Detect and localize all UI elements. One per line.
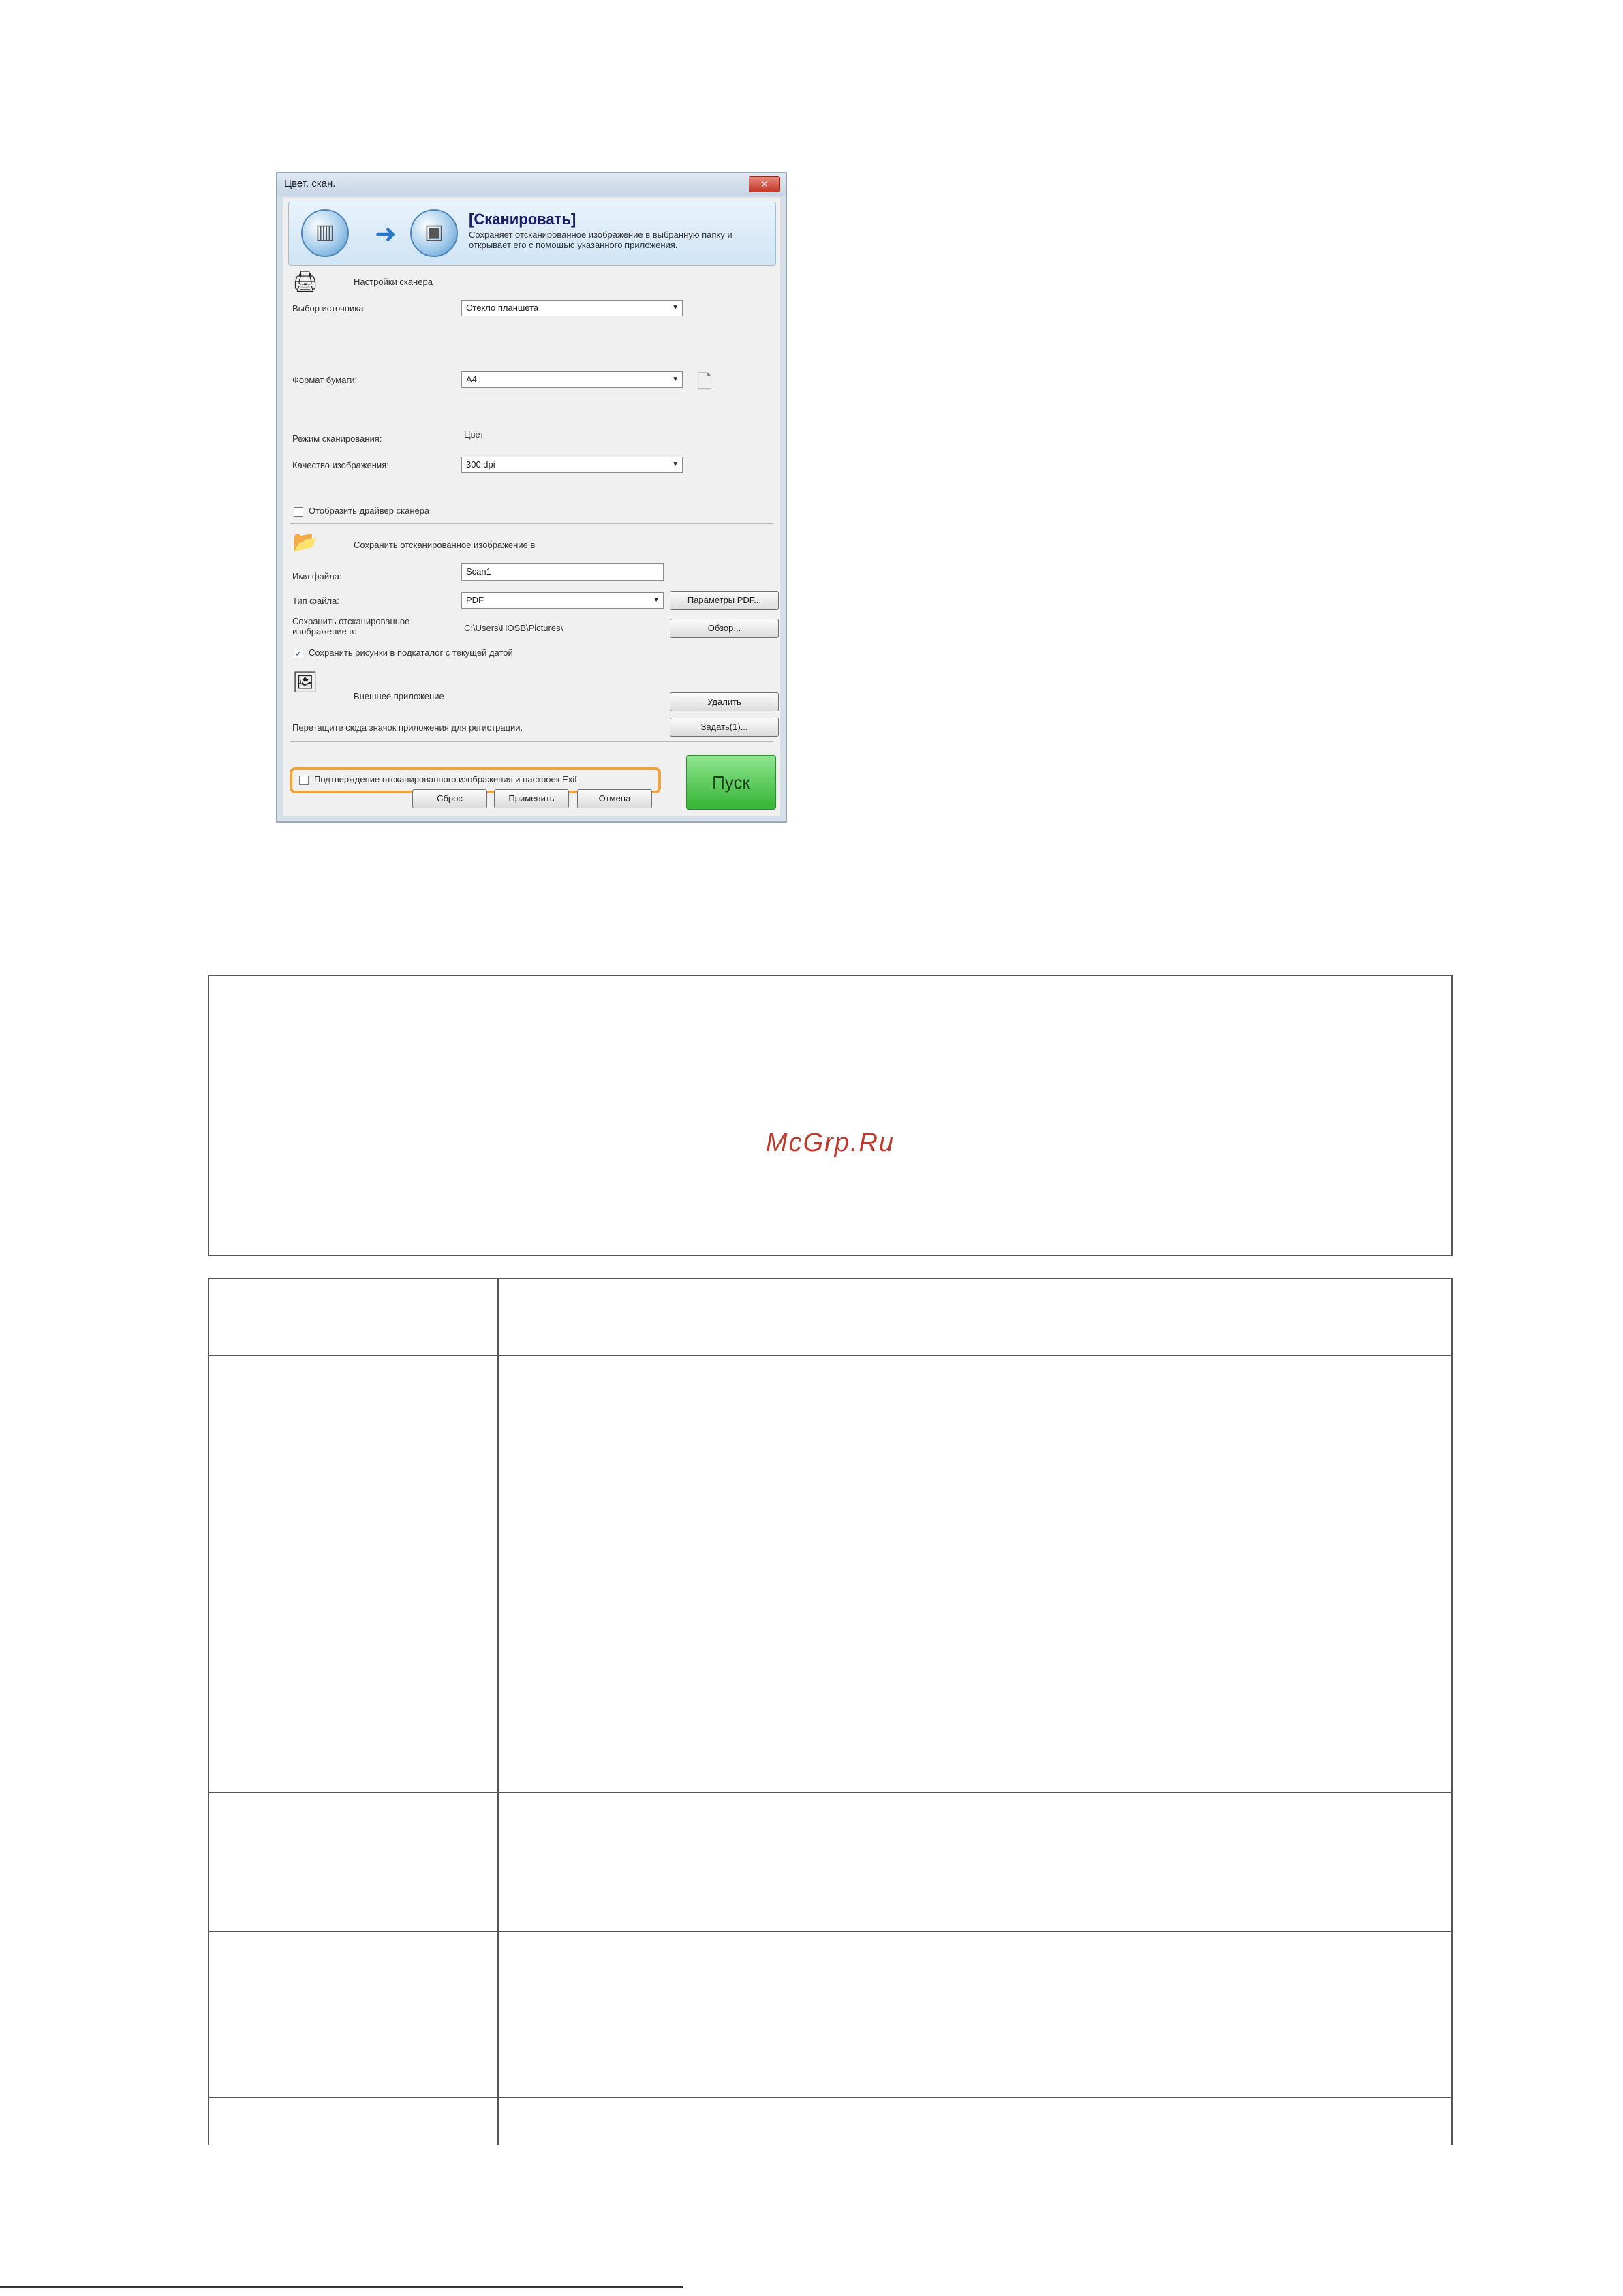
chevron-down-icon: ▼ xyxy=(653,596,660,604)
confirm-exif-label: Подтверждение отсканированного изображен… xyxy=(314,774,577,784)
divider xyxy=(290,741,773,742)
scan-mode-value: Цвет xyxy=(464,429,484,440)
table-cell xyxy=(208,2097,499,2145)
source-label: Выбор источника: xyxy=(292,303,367,313)
table-cell xyxy=(497,1931,1453,2098)
application-icon: 🖼 xyxy=(292,671,319,694)
external-app-title: Внешнее приложение xyxy=(354,691,444,701)
save-settings-title: Сохранить отсканированное изображение в xyxy=(354,540,536,550)
scanner-settings-icon: 🖨 xyxy=(292,271,319,293)
file-type-select[interactable]: PDF ▼ xyxy=(461,592,664,609)
source-value: Стекло планшета xyxy=(466,303,539,313)
close-icon: ✕ xyxy=(760,179,769,189)
computer-icon: ▣ xyxy=(410,209,458,257)
save-path-label: Сохранить отсканированное изображение в: xyxy=(292,616,410,637)
note-box: McGrp.Ru xyxy=(208,975,1453,1256)
paper-size-select[interactable]: A4 ▼ xyxy=(461,371,683,388)
folder-icon: 📂 xyxy=(292,531,318,553)
banner-description: Сохраняет отсканированное изображение в … xyxy=(469,230,732,250)
apply-button[interactable]: Применить xyxy=(494,789,569,808)
scan-banner: ▥ ➜ ▣ [Сканировать] Сохраняет отсканиров… xyxy=(288,202,776,266)
cancel-button[interactable]: Отмена xyxy=(577,789,652,808)
table-cell xyxy=(208,1931,499,2098)
chevron-down-icon: ▼ xyxy=(672,461,679,468)
delete-button[interactable]: Удалить xyxy=(670,692,779,711)
scan-dialog: Цвет. скан. ✕ ▥ ➜ ▣ [Сканировать] Сохран… xyxy=(276,172,787,823)
file-type-value: PDF xyxy=(466,595,484,605)
table-cell xyxy=(208,1792,499,1932)
footer-rule xyxy=(0,2286,683,2288)
table-cell xyxy=(208,1278,499,1356)
divider xyxy=(290,523,773,524)
table-row xyxy=(208,1931,1453,2098)
subfolder-label: Сохранить рисунки в подкаталог с текущей… xyxy=(309,647,513,658)
table-cell xyxy=(497,2097,1453,2145)
drag-hint: Перетащите сюда значок приложения для ре… xyxy=(292,722,523,733)
chevron-down-icon: ▼ xyxy=(672,376,679,383)
show-driver-checkbox[interactable] xyxy=(294,507,303,517)
scanner-settings-title: Настройки сканера xyxy=(354,277,433,287)
image-quality-value: 300 dpi xyxy=(466,459,495,470)
table-cell xyxy=(497,1792,1453,1932)
scanner-icon: ▥ xyxy=(301,209,349,257)
watermark: McGrp.Ru xyxy=(765,1129,895,1157)
subfolder-checkbox[interactable]: ✓ xyxy=(294,649,303,658)
file-name-label: Имя файла: xyxy=(292,571,342,581)
save-path-value: C:\Users\HOSB\Pictures\ xyxy=(464,623,563,633)
confirm-exif-checkbox[interactable] xyxy=(299,776,309,785)
dialog-titlebar: Цвет. скан. ✕ xyxy=(277,173,786,196)
image-quality-select[interactable]: 300 dpi ▼ xyxy=(461,457,683,473)
set-app-button[interactable]: Задать(1)... xyxy=(670,718,779,737)
table-cell xyxy=(497,1278,1453,1356)
paper-size-label: Формат бумаги: xyxy=(292,375,358,385)
banner-heading: [Сканировать] xyxy=(469,211,576,228)
source-select[interactable]: Стекло планшета ▼ xyxy=(461,300,683,316)
parameters-table xyxy=(208,1278,1453,2145)
table-cell xyxy=(208,1355,499,1793)
chevron-down-icon: ▼ xyxy=(672,304,679,311)
dialog-client: ▥ ➜ ▣ [Сканировать] Сохраняет отсканиров… xyxy=(283,198,780,816)
browse-button[interactable]: Обзор... xyxy=(670,619,779,638)
page-orientation-icon: 🗋 xyxy=(697,371,713,393)
show-driver-label: Отобразить драйвер сканера xyxy=(309,506,430,516)
pdf-params-button[interactable]: Параметры PDF... xyxy=(670,591,779,610)
image-quality-label: Качество изображения: xyxy=(292,460,389,470)
table-row xyxy=(208,1278,1453,1356)
scan-mode-label: Режим сканирования: xyxy=(292,433,382,444)
arrow-right-icon: ➜ xyxy=(375,220,397,249)
table-row xyxy=(208,1355,1453,1793)
table-cell xyxy=(497,1355,1453,1793)
close-button[interactable]: ✕ xyxy=(749,176,780,192)
paper-size-value: A4 xyxy=(466,374,477,384)
table-row xyxy=(208,1792,1453,1932)
table-row xyxy=(208,2097,1453,2145)
file-name-input[interactable]: Scan1 xyxy=(461,563,664,581)
file-type-label: Тип файла: xyxy=(292,596,339,606)
start-button[interactable]: Пуск xyxy=(686,755,776,810)
reset-button[interactable]: Сброс xyxy=(412,789,487,808)
dialog-title: Цвет. скан. xyxy=(284,178,336,189)
